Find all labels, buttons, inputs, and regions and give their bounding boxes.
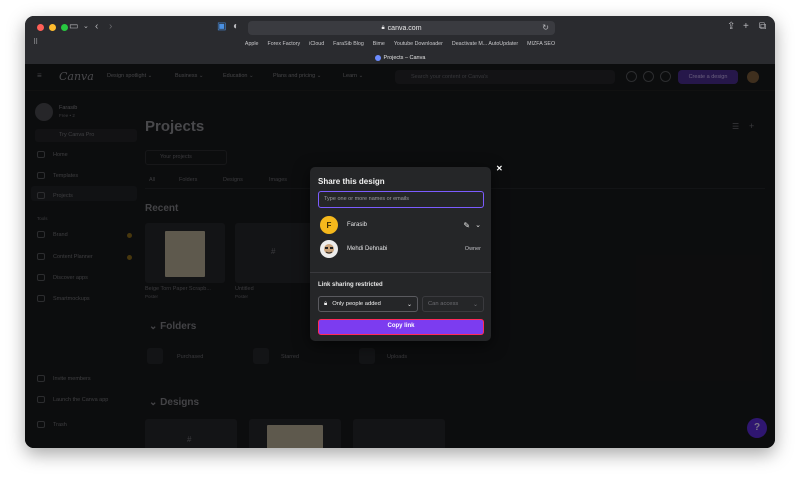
favorite-link[interactable]: Forex Factory	[267, 39, 300, 50]
pencil-icon: ✎	[463, 220, 471, 230]
invite-input[interactable]: Type one or more names or emails	[318, 191, 484, 208]
sidebar-toggle-icon[interactable]: ▭	[69, 21, 78, 33]
minimize-window-button[interactable]	[49, 24, 56, 31]
tab-overview-icon[interactable]: ⧉	[759, 21, 766, 33]
privacy-icon[interactable]: ◐	[233, 21, 239, 33]
favorite-link[interactable]: Deactivate M... AutoUpdater	[452, 39, 518, 50]
favorite-link[interactable]: Bime	[373, 39, 385, 50]
reload-icon[interactable]: ↻	[542, 23, 549, 32]
lock-icon: 🔒︎	[381, 24, 385, 31]
collaborator-name: Mehdi Dehnabi	[347, 246, 388, 252]
extension-icon[interactable]: ▣	[217, 21, 226, 33]
share-design-dialog: Share this design ✕ Type one or more nam…	[310, 164, 503, 341]
permission-select[interactable]: Can access ⌄	[422, 296, 484, 312]
forward-icon[interactable]: ›	[109, 21, 112, 33]
favorites-bar: Apple Forex Factory iCloud FaraSib Blog …	[25, 39, 775, 50]
chevron-down-icon: ⌄	[475, 222, 481, 229]
divider	[310, 272, 491, 273]
canva-favicon-icon	[374, 54, 381, 61]
url-text: canva.com	[387, 24, 422, 32]
favorite-link[interactable]: Youtube Downloader	[394, 39, 443, 50]
collaborator-row: Mehdi Dehnabi Owner	[320, 240, 481, 258]
avatar	[320, 240, 338, 258]
new-tab-icon[interactable]: +	[743, 21, 749, 33]
window-controls	[37, 24, 68, 31]
chevron-down-icon: ⌄	[406, 301, 412, 308]
avatar: F	[320, 216, 338, 234]
chevron-down-icon: ⌄	[472, 301, 478, 308]
copy-link-button[interactable]: Copy link	[318, 319, 484, 335]
favorite-link[interactable]: Apple	[245, 39, 259, 50]
zoom-window-button[interactable]	[61, 24, 68, 31]
access-select-value: Only people added	[332, 301, 381, 307]
chevron-down-icon[interactable]: ⌄	[83, 21, 89, 33]
collaborator-role: Owner	[464, 246, 481, 252]
memoji-icon	[324, 244, 334, 254]
address-bar[interactable]: 🔒︎ canva.com ↻	[248, 21, 555, 35]
link-sharing-label: Link sharing restricted	[318, 282, 383, 288]
collaborator-row: F Farasib ✎ ⌄	[320, 216, 481, 234]
share-icon[interactable]: ⇪	[727, 21, 735, 33]
access-select[interactable]: 🔒︎ Only people added ⌄	[318, 296, 418, 312]
canva-app: ≡ Canva Design spotlight ⌄ Business ⌄ Ed…	[25, 64, 775, 448]
browser-toolbar: ▭ ⌄ ‹ › ⠿ ▣ ◐ 🔒︎ canva.com ↻ ⇪ + ⧉ Apple…	[25, 16, 775, 64]
collaborator-name: Farasib	[347, 222, 368, 228]
favorite-link[interactable]: MIZFA SEO	[527, 39, 555, 50]
close-window-button[interactable]	[37, 24, 44, 31]
dialog-title: Share this design	[318, 177, 385, 186]
tab-title: Projects – Canva	[383, 54, 426, 61]
close-icon[interactable]: ✕	[496, 164, 503, 173]
favorite-link[interactable]: FaraSib Blog	[333, 39, 364, 50]
permission-select-value: Can access	[428, 301, 459, 307]
browser-tab[interactable]: Projects – Canva	[25, 51, 775, 64]
lock-icon: 🔒︎	[324, 300, 328, 307]
browser-window: ▭ ⌄ ‹ › ⠿ ▣ ◐ 🔒︎ canva.com ↻ ⇪ + ⧉ Apple…	[25, 16, 775, 448]
permission-dropdown[interactable]: ✎ ⌄	[463, 221, 481, 230]
favorite-link[interactable]: iCloud	[309, 39, 324, 50]
back-icon[interactable]: ‹	[95, 21, 98, 33]
